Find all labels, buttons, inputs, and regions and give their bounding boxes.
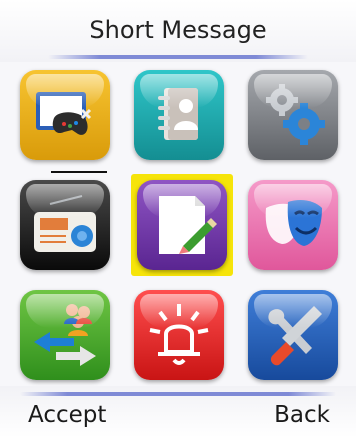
gamepad-tv-icon: [36, 92, 92, 135]
radio-icon: [34, 195, 96, 252]
menu-item-alarm[interactable]: [134, 290, 224, 380]
menu-item-notes[interactable]: [137, 180, 227, 270]
menu-item-radio[interactable]: [20, 180, 110, 270]
tools-icon: [268, 306, 322, 366]
notepad-pencil-icon: [159, 196, 217, 254]
people-transfer-icon: [34, 304, 96, 366]
menu-item-contacts[interactable]: [134, 70, 224, 160]
menu-item-tools[interactable]: [248, 290, 338, 380]
alarm-bell-icon: [149, 304, 209, 365]
accept-softkey[interactable]: Accept: [28, 402, 106, 428]
back-softkey[interactable]: Back: [274, 402, 330, 428]
phone-screen: Short Message Accept Back: [0, 0, 356, 438]
menu-item-settings[interactable]: [248, 70, 338, 160]
menu-item-transfer[interactable]: [20, 290, 110, 380]
menu-grid: [0, 0, 356, 438]
menu-item-themes[interactable]: [248, 180, 338, 270]
theater-masks-icon: [265, 200, 322, 246]
contacts-book-icon: [158, 88, 198, 140]
gears-settings-icon: [266, 84, 325, 145]
softkey-divider: [20, 392, 336, 396]
menu-item-games[interactable]: [20, 70, 110, 160]
